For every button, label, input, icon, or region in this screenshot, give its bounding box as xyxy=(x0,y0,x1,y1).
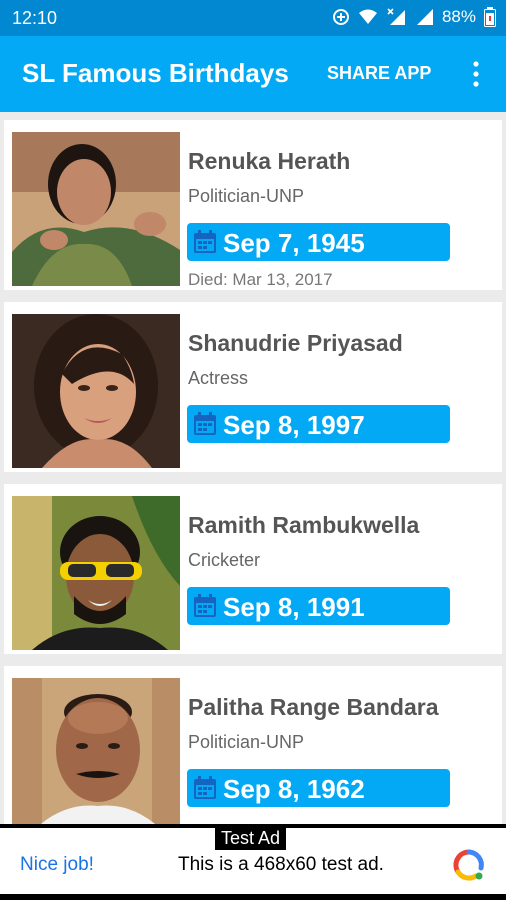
birth-date: Sep 7, 1945 xyxy=(223,228,365,258)
person-card[interactable]: Ramith Rambukwella Cricketer Sep 8, 1991 xyxy=(4,484,502,654)
status-icons: 88% xyxy=(332,7,496,27)
person-photo xyxy=(12,314,180,468)
birth-date: Sep 8, 1991 xyxy=(223,592,365,622)
death-date: Died: Mar 13, 2017 xyxy=(188,270,333,289)
calendar-icon xyxy=(192,411,218,442)
wifi-icon xyxy=(358,8,378,26)
calendar-icon xyxy=(192,593,218,624)
birth-date-badge[interactable]: Sep 8, 1997 xyxy=(187,405,450,443)
ad-cta-link[interactable]: Nice job! xyxy=(20,854,94,876)
birthday-list[interactable]: Renuka Herath Politician-UNP Sep 7, 1945… xyxy=(0,112,506,824)
more-vert-icon[interactable] xyxy=(464,60,488,88)
person-role: Actress xyxy=(188,368,249,388)
calendar-icon xyxy=(192,229,218,260)
birth-date-badge[interactable]: Sep 8, 1991 xyxy=(187,587,450,625)
app-bar: SL Famous Birthdays SHARE APP xyxy=(0,36,506,112)
ad-text: This is a 468x60 test ad. xyxy=(178,854,384,875)
ad-banner[interactable]: Test Ad Nice job! This is a 468x60 test … xyxy=(0,824,506,900)
share-app-button[interactable]: SHARE APP xyxy=(327,63,431,84)
signal-x-icon xyxy=(386,8,406,26)
signal-icon xyxy=(414,8,434,26)
person-card[interactable]: Renuka Herath Politician-UNP Sep 7, 1945… xyxy=(4,120,502,290)
status-bar: 12:10 88% xyxy=(0,0,506,36)
person-name: Shanudrie Priyasad xyxy=(188,330,403,356)
person-role: Cricketer xyxy=(188,550,261,570)
battery-icon xyxy=(484,7,496,27)
status-time: 12:10 xyxy=(12,8,58,28)
person-name: Renuka Herath xyxy=(188,148,351,174)
person-name: Ramith Rambukwella xyxy=(188,512,420,538)
calendar-icon xyxy=(192,775,218,806)
person-photo xyxy=(12,678,180,824)
app-title: SL Famous Birthdays xyxy=(22,58,289,88)
battery-percent: 88% xyxy=(441,7,476,26)
birth-date-badge[interactable]: Sep 7, 1945 xyxy=(187,223,450,261)
person-card[interactable]: Shanudrie Priyasad Actress Sep 8, 1997 xyxy=(4,302,502,472)
data-saver-icon xyxy=(332,8,350,26)
birth-date: Sep 8, 1962 xyxy=(223,774,365,804)
person-name: Palitha Range Bandara xyxy=(188,694,439,720)
test-ad-tag: Test Ad xyxy=(215,826,287,850)
birth-date: Sep 8, 1997 xyxy=(223,410,365,440)
person-photo xyxy=(12,132,180,286)
person-role: Politician-UNP xyxy=(188,732,305,752)
person-role: Politician-UNP xyxy=(188,186,305,206)
person-card[interactable]: Palitha Range Bandara Politician-UNP Sep… xyxy=(4,666,502,824)
person-photo xyxy=(12,496,180,650)
birth-date-badge[interactable]: Sep 8, 1962 xyxy=(187,769,450,807)
ad-logo-icon xyxy=(452,848,486,887)
